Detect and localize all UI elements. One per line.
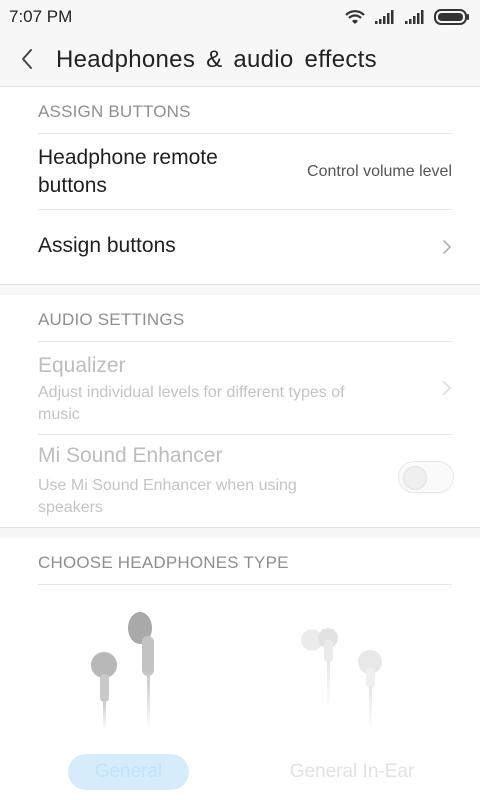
section-header-audio-settings: AUDIO SETTINGS bbox=[38, 310, 185, 329]
divider bbox=[38, 584, 452, 585]
section-header-assign-buttons: ASSIGN BUTTONS bbox=[38, 102, 191, 121]
signal-icon bbox=[405, 10, 424, 24]
row-subtitle-line2: speakers bbox=[38, 499, 103, 516]
mi-sound-enhancer-row[interactable]: Mi Sound Enhancer Use Mi Sound Enhancer … bbox=[0, 435, 480, 527]
toggle-knob bbox=[403, 466, 427, 490]
headphones-option-label-in-ear[interactable]: General In-Ear bbox=[272, 754, 432, 790]
status-icons bbox=[344, 6, 470, 28]
section-header-headphones-type: CHOOSE HEADPHONES TYPE bbox=[38, 553, 289, 572]
chevron-right-icon bbox=[443, 381, 451, 395]
row-value: Control volume level bbox=[307, 163, 452, 180]
row-subtitle-line1: Adjust individual levels for different t… bbox=[38, 384, 345, 401]
row-title: Assign buttons bbox=[38, 234, 176, 257]
earbuds-icon bbox=[91, 612, 154, 730]
row-title-line1: Headphone remote bbox=[38, 146, 218, 169]
row-title: Equalizer bbox=[38, 354, 126, 377]
chevron-left-icon bbox=[22, 49, 32, 69]
section-divider bbox=[0, 284, 480, 285]
wifi-icon bbox=[345, 10, 365, 24]
row-title-line2: buttons bbox=[38, 174, 107, 197]
status-time: 7:07 PM bbox=[9, 7, 73, 26]
in-ear-earphones-icon bbox=[301, 628, 382, 730]
signal-icon bbox=[375, 10, 394, 24]
headphone-remote-buttons-row[interactable]: Headphone remote buttons Control volume … bbox=[0, 134, 480, 209]
title-bar: Headphones & audio effects bbox=[0, 34, 480, 87]
battery-icon bbox=[434, 9, 469, 25]
assign-buttons-row[interactable]: Assign buttons bbox=[0, 210, 480, 284]
back-button[interactable] bbox=[14, 44, 44, 74]
row-title: Mi Sound Enhancer bbox=[38, 444, 223, 467]
row-subtitle-line2: music bbox=[38, 406, 80, 423]
audio-settings-section: AUDIO SETTINGS Equalizer Adjust individu… bbox=[0, 295, 480, 527]
status-bar: 7:07 PM bbox=[0, 0, 480, 34]
page-title: Headphones & audio effects bbox=[56, 46, 377, 73]
row-subtitle-line1: Use Mi Sound Enhancer when using bbox=[38, 477, 297, 494]
headphones-option-label-general[interactable]: General bbox=[68, 754, 189, 790]
assign-buttons-section: ASSIGN BUTTONS Headphone remote buttons … bbox=[0, 87, 480, 284]
sound-enhancer-toggle[interactable] bbox=[398, 461, 454, 493]
section-divider bbox=[0, 527, 480, 528]
equalizer-row[interactable]: Equalizer Adjust individual levels for d… bbox=[0, 342, 480, 434]
chevron-right-icon bbox=[443, 240, 451, 254]
